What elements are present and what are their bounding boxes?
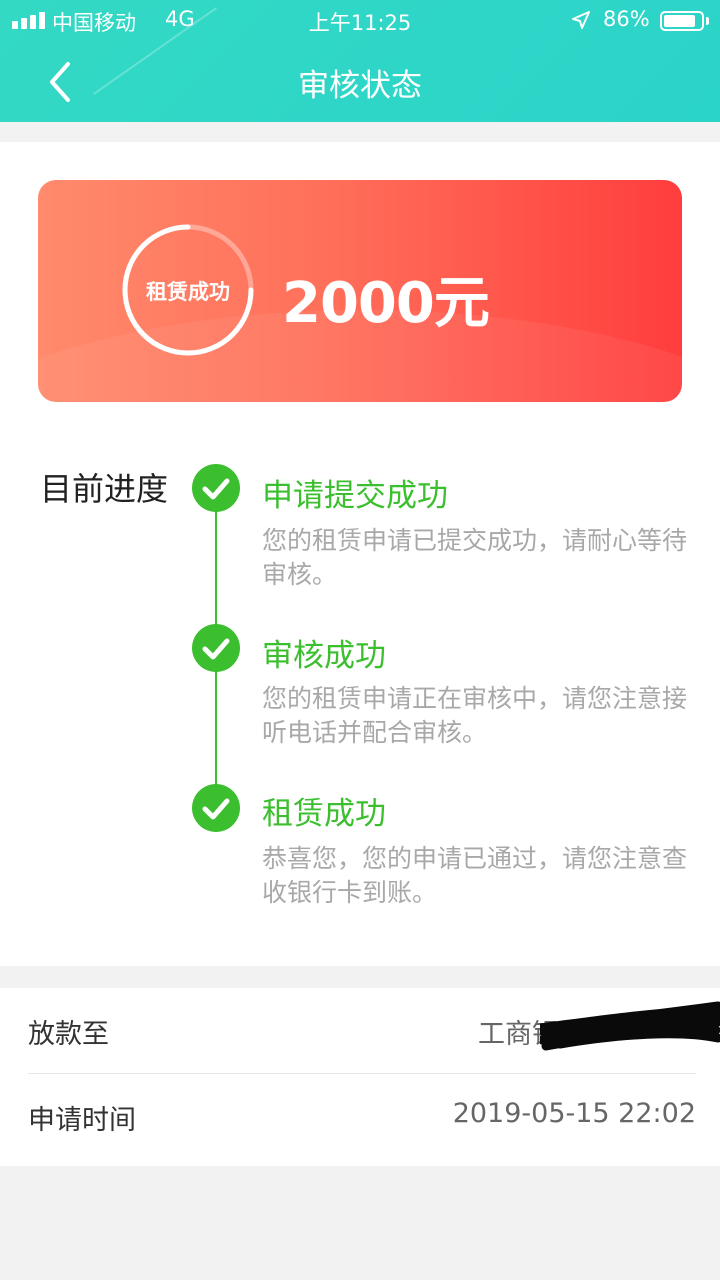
redaction-scribble [540, 1001, 720, 1051]
step-2-desc: 您的租赁申请正在审核中，请您注意接听电话并配合审核。 [262, 684, 688, 747]
page-title: 审核状态 [298, 68, 422, 104]
status-panel: 租赁成功 2000元 目前进度 申请提交成功 您的租赁申请已提交成功，请耐心等待… [0, 142, 720, 966]
lease-status-label: 租赁成功 [146, 280, 230, 304]
step-1-title: 申请提交成功 [262, 478, 448, 514]
step-1-desc: 您的租赁申请已提交成功，请耐心等待审核。 [262, 526, 688, 589]
step-3-desc: 恭喜您，您的申请已通过，请您注意查收银行卡到账。 [262, 844, 688, 907]
location-arrow-icon [572, 11, 590, 29]
step-3-title: 租赁成功 [262, 796, 386, 832]
info-row-apply-time: 申请时间 2019-05-15 22:02 [28, 1074, 696, 1160]
battery-icon [660, 11, 704, 31]
progress-heading: 目前进度 [40, 470, 169, 508]
lease-amount: 2000元 [282, 271, 490, 336]
battery-tip [706, 17, 709, 25]
app-header: 中国移动 4G 上午11:25 86% 审核状态 [0, 0, 720, 122]
status-bar: 中国移动 4G 上午11:25 86% [0, 0, 720, 40]
apply-time-label: 申请时间 [28, 1105, 136, 1136]
apply-time-value: 2019-05-15 22:02 [452, 1098, 696, 1129]
amount-card: 租赁成功 2000元 [38, 180, 682, 402]
check-circle-icon [192, 784, 240, 832]
battery-percent: 86% [603, 7, 650, 31]
payout-label: 放款至 [28, 1019, 109, 1050]
check-circle-icon [192, 624, 240, 672]
check-circle-icon [192, 464, 240, 512]
step-2-title: 审核成功 [262, 638, 386, 674]
